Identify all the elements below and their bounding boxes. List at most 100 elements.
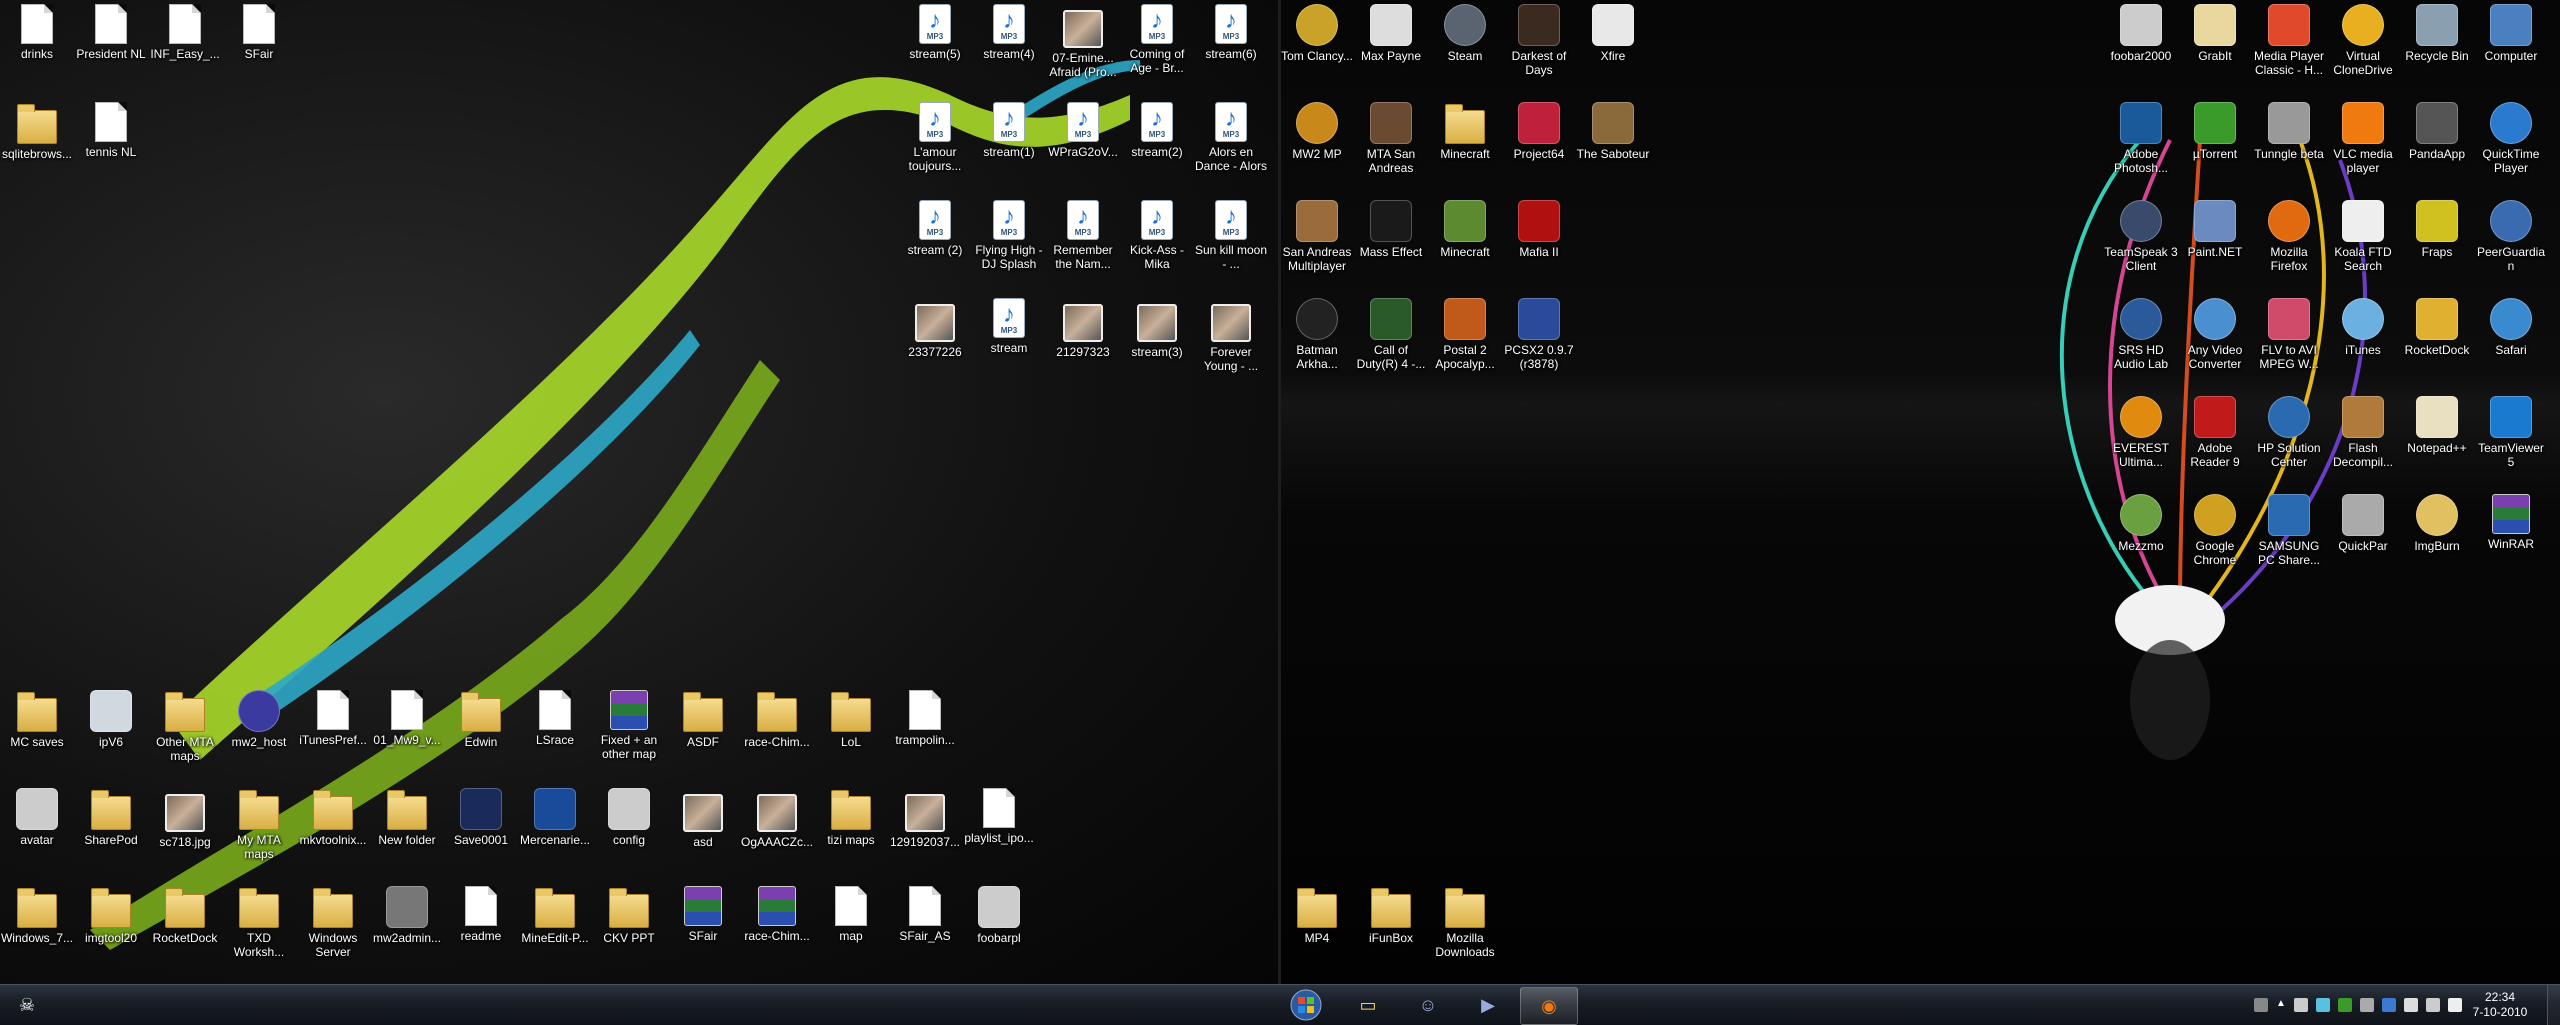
desktop-icon[interactable]: Koala FTD Search xyxy=(2326,200,2400,273)
desktop-icon[interactable]: Edwin xyxy=(444,690,518,749)
desktop-icon[interactable]: ♪ Kick-Ass - Mika xyxy=(1120,200,1194,271)
desktop-icon[interactable]: µTorrent xyxy=(2178,102,2252,161)
desktop-icon[interactable]: QuickPar xyxy=(2326,494,2400,553)
desktop-icon[interactable]: mw2admin... xyxy=(370,886,444,945)
desktop-icon[interactable]: Fraps xyxy=(2400,200,2474,259)
desktop-icon[interactable]: Steam xyxy=(1428,4,1502,63)
desktop-icon[interactable]: Save0001 xyxy=(444,788,518,847)
desktop-icon[interactable]: MTA San Andreas xyxy=(1354,102,1428,175)
desktop-icon[interactable]: TXD Worksh... xyxy=(222,886,296,959)
desktop-icon[interactable]: Mozilla Firefox xyxy=(2252,200,2326,273)
desktop-icon[interactable]: SharePod xyxy=(74,788,148,847)
desktop-icon[interactable]: Other MTA maps xyxy=(148,690,222,763)
desktop-icon[interactable]: ♪ Flying High - DJ Splash xyxy=(972,200,1046,271)
desktop-icon[interactable]: My MTA maps xyxy=(222,788,296,861)
desktop-icon[interactable]: 21297323 xyxy=(1046,298,1120,359)
desktop-icon[interactable]: ♪ stream (2) xyxy=(898,200,972,257)
desktop-icon[interactable]: Flash Decompil... xyxy=(2326,396,2400,469)
desktop-icon[interactable]: CKV PPT xyxy=(592,886,666,945)
desktop-icon[interactable]: TeamViewer 5 xyxy=(2474,396,2548,469)
desktop-icon[interactable]: LoL xyxy=(814,690,888,749)
desktop-icon[interactable]: sc718.jpg xyxy=(148,788,222,849)
desktop-icon[interactable]: avatar xyxy=(0,788,74,847)
desktop-icon[interactable]: ASDF xyxy=(666,690,740,749)
desktop-icon[interactable]: FLV to AVI MPEG W... xyxy=(2252,298,2326,371)
desktop-icon[interactable]: PeerGuardian xyxy=(2474,200,2548,273)
desktop-icon[interactable]: race-Chim... xyxy=(740,690,814,749)
desktop-icon[interactable]: Minecraft xyxy=(1428,102,1502,161)
desktop-icon[interactable]: Media Player Classic - H... xyxy=(2252,4,2326,77)
desktop-icon[interactable]: Xfire xyxy=(1576,4,1650,63)
desktop-icon[interactable]: QuickTime Player xyxy=(2474,102,2548,175)
desktop-icon[interactable]: Paint.NET xyxy=(2178,200,2252,259)
desktop-icon[interactable]: TeamSpeak 3 Client xyxy=(2104,200,2178,273)
desktop-icon[interactable]: ♪ Coming of Age - Br... xyxy=(1120,4,1194,75)
desktop-icon[interactable]: playlist_ipo... xyxy=(962,788,1036,845)
desktop-icon[interactable]: Forever Young - ... xyxy=(1194,298,1268,373)
desktop-icon[interactable]: OgAAACZc... xyxy=(740,788,814,849)
tray-flag-icon[interactable] xyxy=(2404,998,2418,1012)
desktop-icon[interactable]: Mafia II xyxy=(1502,200,1576,259)
desktop-icon[interactable]: Max Payne xyxy=(1354,4,1428,63)
desktop-icon[interactable]: 01_Mw9_v... xyxy=(370,690,444,747)
desktop-icon[interactable]: Minecraft xyxy=(1428,200,1502,259)
desktop-icon[interactable]: tennis NL xyxy=(74,102,148,159)
desktop-icon[interactable]: INF_Easy_... xyxy=(148,4,222,61)
desktop-icon[interactable]: ipV6 xyxy=(74,690,148,749)
desktop-icon[interactable]: ♪ stream xyxy=(972,298,1046,355)
taskbar-explorer-button[interactable]: ▭ xyxy=(1340,987,1396,1023)
desktop-icon[interactable]: Computer xyxy=(2474,4,2548,63)
taskbar-messenger-button[interactable]: ☺ xyxy=(1400,987,1456,1023)
desktop-icon[interactable]: Notepad++ xyxy=(2400,396,2474,455)
desktop-icon[interactable]: Fixed + an other map xyxy=(592,690,666,761)
desktop-icon[interactable]: race-Chim... xyxy=(740,886,814,943)
desktop-icon[interactable]: ♪ stream(2) xyxy=(1120,102,1194,159)
desktop-icon[interactable]: iTunes xyxy=(2326,298,2400,357)
desktop-icon[interactable]: Windows_7... xyxy=(0,886,74,945)
desktop-icon[interactable]: 23377226 xyxy=(898,298,972,359)
desktop-icon[interactable]: PCSX2 0.9.7 (r3878) xyxy=(1502,298,1576,371)
desktop-icon[interactable]: MC saves xyxy=(0,690,74,749)
desktop-icon[interactable]: sqlitebrows... xyxy=(0,102,74,161)
desktop-icon[interactable]: ♪ Remember the Nam... xyxy=(1046,200,1120,271)
desktop-icon[interactable]: RocketDock xyxy=(148,886,222,945)
desktop-icon[interactable]: Virtual CloneDrive xyxy=(2326,4,2400,77)
desktop-icon[interactable]: Call of Duty(R) 4 -... xyxy=(1354,298,1428,371)
desktop-icon[interactable]: Tom Clancy... xyxy=(1280,4,1354,63)
desktop-icon[interactable]: stream(3) xyxy=(1120,298,1194,359)
taskbar-firefox-button[interactable]: ◉ xyxy=(1520,987,1578,1025)
desktop-icon[interactable]: SRS HD Audio Lab xyxy=(2104,298,2178,371)
tray-torrent-icon[interactable] xyxy=(2338,998,2352,1012)
desktop-icon[interactable]: tizi maps xyxy=(814,788,888,847)
desktop-icon[interactable]: readme xyxy=(444,886,518,943)
desktop-icon[interactable]: ♪ stream(4) xyxy=(972,4,1046,61)
desktop-icon[interactable]: RocketDock xyxy=(2400,298,2474,357)
desktop-icon[interactable]: drinks xyxy=(0,4,74,61)
desktop-icon[interactable]: asd xyxy=(666,788,740,849)
desktop-icon[interactable]: MP4 xyxy=(1280,886,1354,945)
desktop-icon[interactable]: Adobe Reader 9 xyxy=(2178,396,2252,469)
desktop-icon[interactable]: foobarpl xyxy=(962,886,1036,945)
desktop-icon[interactable]: Recycle Bin xyxy=(2400,4,2474,63)
show-desktop-button[interactable] xyxy=(2547,985,2560,1025)
desktop-icon[interactable]: ImgBurn xyxy=(2400,494,2474,553)
desktop-icon[interactable]: map xyxy=(814,886,888,943)
desktop-icon[interactable]: EVEREST Ultima... xyxy=(2104,396,2178,469)
desktop-icon[interactable]: Mass Effect xyxy=(1354,200,1428,259)
desktop-icon[interactable]: VLC media player xyxy=(2326,102,2400,175)
desktop-icon[interactable]: SFair xyxy=(666,886,740,943)
tray-expand-icon[interactable]: ▲ xyxy=(2276,998,2286,1012)
desktop-icon[interactable]: The Saboteur xyxy=(1576,102,1650,161)
desktop-icon[interactable]: Tunngle beta xyxy=(2252,102,2326,161)
desktop-icon[interactable]: iTunesPref... xyxy=(296,690,370,747)
desktop-icon[interactable]: San Andreas Multiplayer xyxy=(1280,200,1354,273)
tray-monitor-icon[interactable] xyxy=(2426,998,2440,1012)
tray-usb-icon[interactable] xyxy=(2294,998,2308,1012)
desktop-icon[interactable]: Google Chrome xyxy=(2178,494,2252,567)
desktop-icon[interactable]: Windows Server xyxy=(296,886,370,959)
desktop-icon[interactable]: config xyxy=(592,788,666,847)
desktop-icon[interactable]: Postal 2 Apocalyp... xyxy=(1428,298,1502,371)
desktop-icon[interactable]: MW2 MP xyxy=(1280,102,1354,161)
desktop-icon[interactable]: Mercenarie... xyxy=(518,788,592,847)
desktop-icon[interactable]: SAMSUNG PC Share... xyxy=(2252,494,2326,567)
